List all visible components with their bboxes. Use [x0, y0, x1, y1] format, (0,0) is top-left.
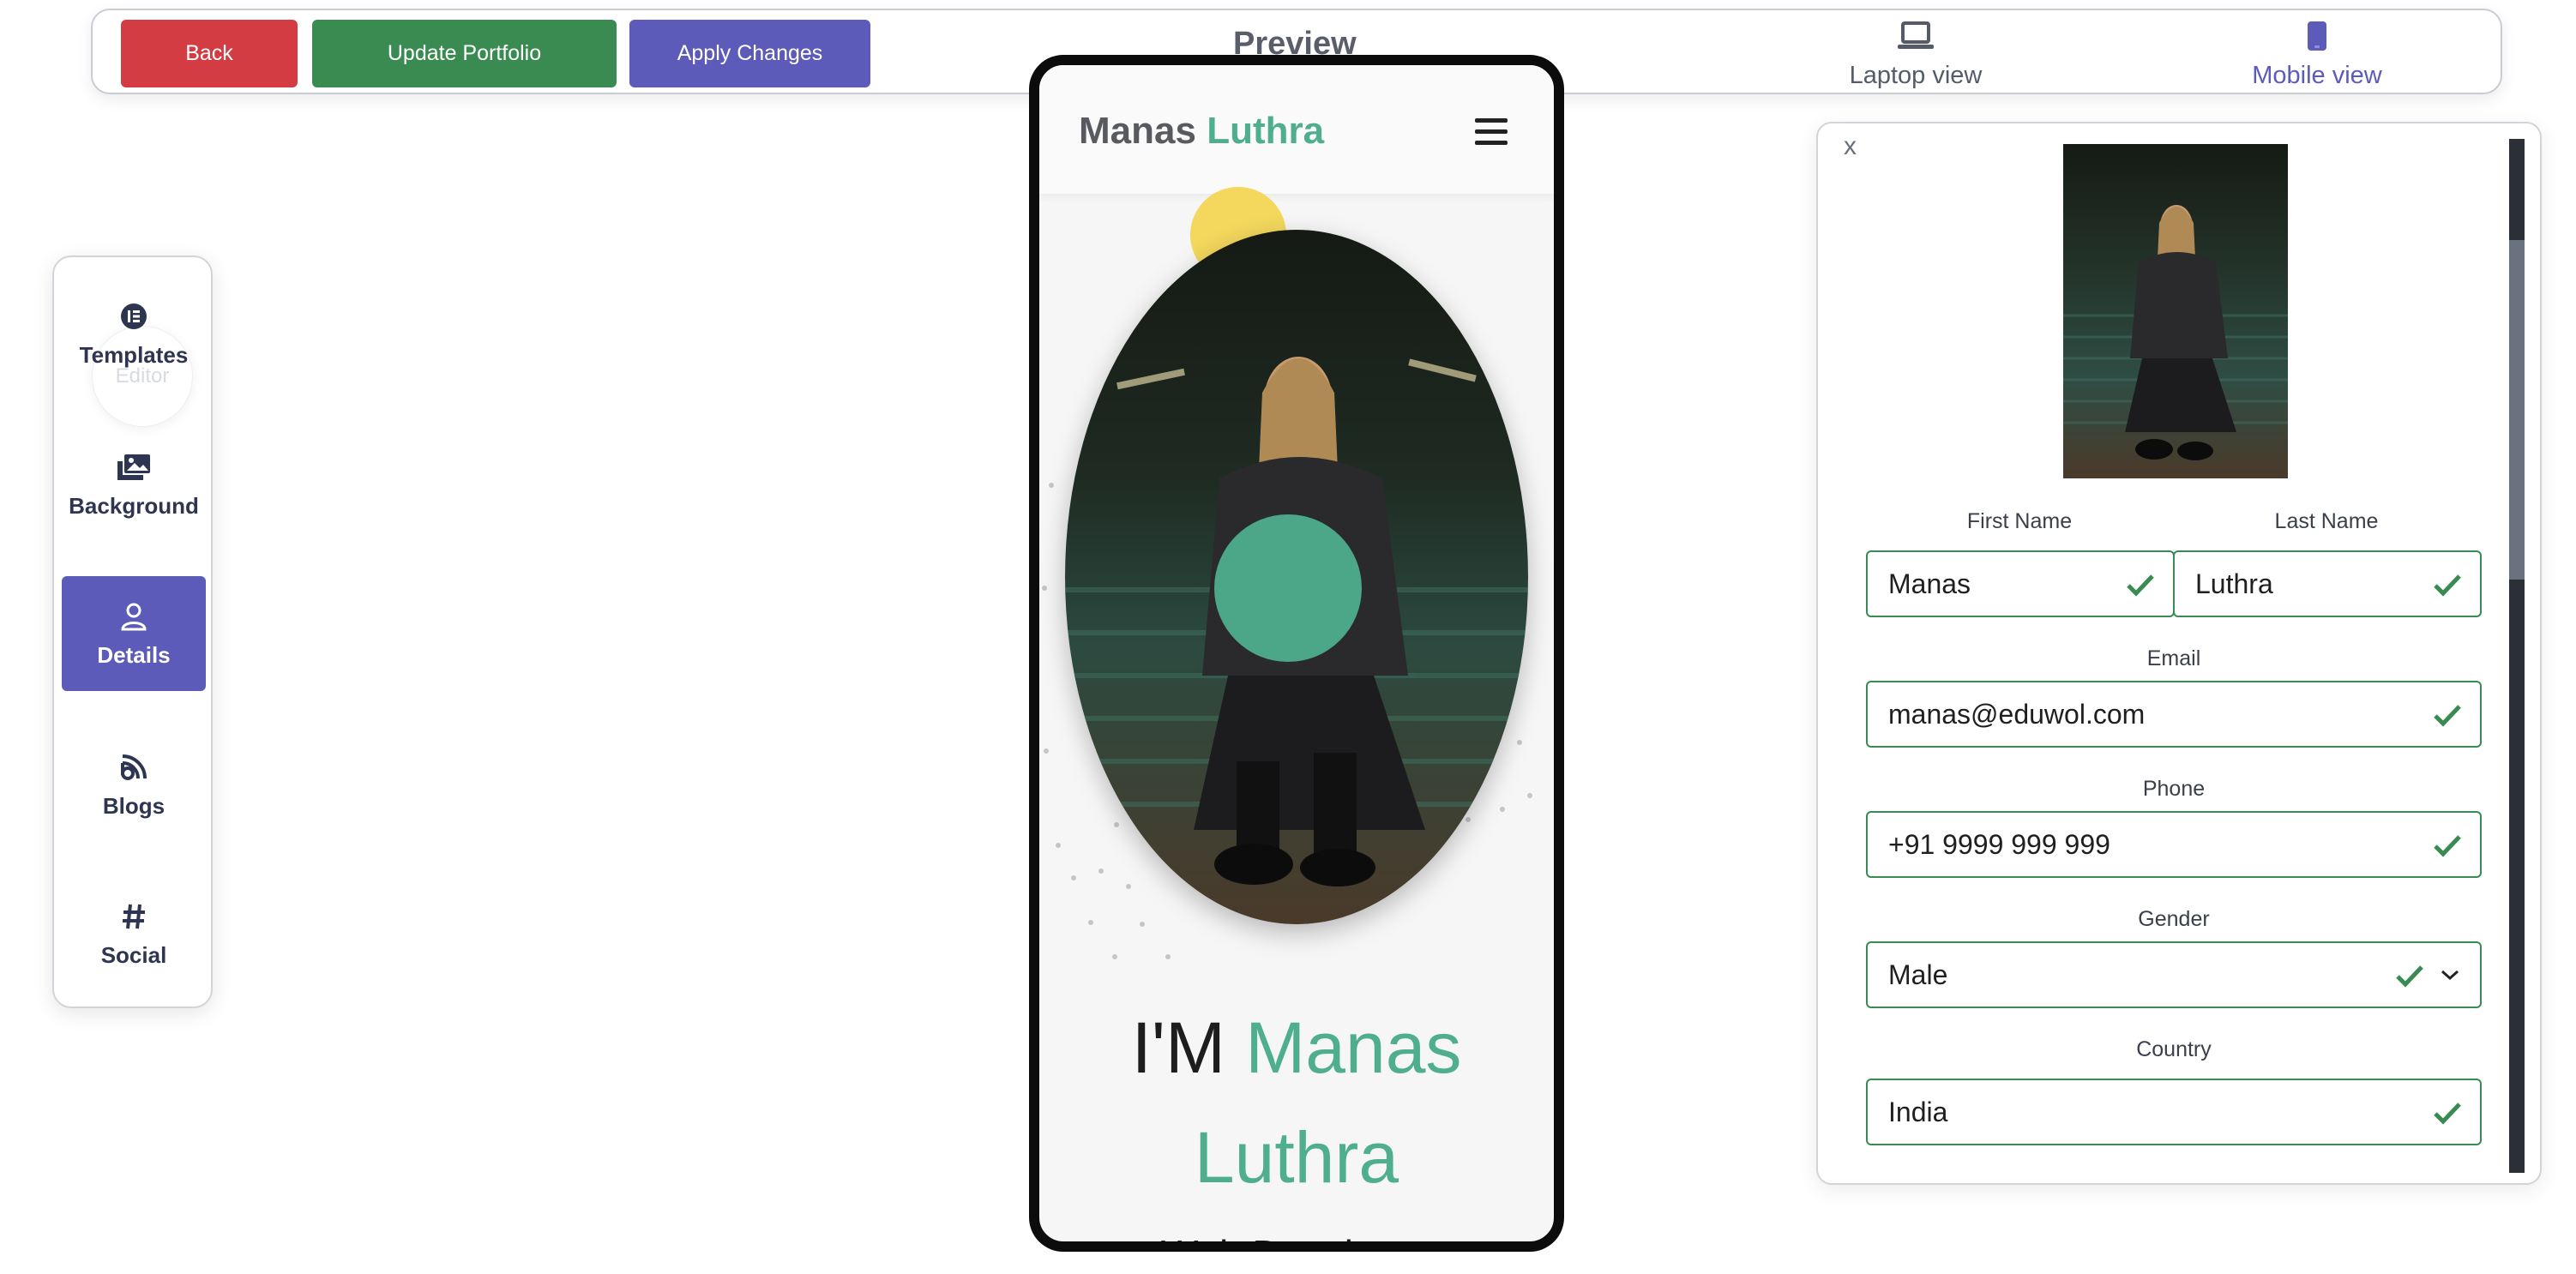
hamburger-menu-icon[interactable] — [1475, 118, 1508, 152]
phone-label: Phone — [2142, 777, 2206, 801]
country-field[interactable]: India — [1866, 1079, 2482, 1145]
chevron-down-icon — [2441, 970, 2459, 981]
last-name-value: Luthra — [2195, 568, 2273, 599]
sidebar-item-label: Blogs — [102, 792, 166, 819]
hashtag-icon — [121, 899, 147, 934]
sidebar-item-templates[interactable]: Templates — [62, 276, 206, 391]
mobile-preview-frame: Manas Luthra I'M Manas Luthra — [1029, 55, 1564, 1252]
mobile-icon — [2306, 19, 2328, 53]
check-icon — [2434, 574, 2461, 597]
gender-value: Male — [1888, 959, 1948, 990]
email-label: Email — [2146, 646, 2201, 670]
brand-first-name: Manas — [1079, 110, 1196, 152]
sidebar-item-social[interactable]: Social — [62, 876, 206, 991]
check-icon — [2434, 835, 2461, 857]
preview-navbar: Manas Luthra — [1039, 65, 1554, 194]
user-icon — [120, 599, 147, 634]
first-name-value: Manas — [1888, 568, 1971, 599]
last-name-field[interactable]: Luthra — [2173, 550, 2482, 617]
images-icon — [116, 450, 152, 484]
update-portfolio-button[interactable]: Update Portfolio — [312, 20, 617, 87]
blog-icon — [119, 750, 148, 784]
email-value: manas@eduwol.com — [1888, 698, 2146, 730]
check-icon — [2434, 1103, 2461, 1125]
country-value: India — [1888, 1096, 1948, 1127]
check-icon — [2396, 965, 2423, 988]
phone-value: +91 9999 999 999 — [1888, 828, 2110, 860]
back-button[interactable]: Back — [121, 20, 298, 87]
country-label: Country — [2136, 1037, 2212, 1061]
hero-last-name: Luthra — [1194, 1117, 1399, 1198]
apply-changes-button[interactable]: Apply Changes — [629, 20, 870, 87]
hero-heading: I'M Manas Luthra — [1039, 993, 1554, 1212]
hero-subtitle: Web Developer — [1039, 1231, 1554, 1241]
hero-prefix: I'M — [1131, 1007, 1225, 1088]
profile-photo[interactable] — [2063, 144, 2288, 478]
panel-scrollbar-thumb[interactable] — [2509, 240, 2525, 580]
sidebar-item-label: Details — [97, 641, 171, 668]
hero-first-name: Manas — [1245, 1007, 1462, 1088]
sidebar-item-background[interactable]: Background — [62, 427, 206, 542]
decorative-green-circle — [1214, 514, 1362, 662]
phone-field[interactable]: +91 9999 999 999 — [1866, 811, 2482, 878]
check-icon — [2434, 705, 2461, 727]
sidebar-item-label: Templates — [79, 341, 189, 368]
check-icon — [2127, 574, 2154, 597]
last-name-label: Last Name — [2274, 509, 2379, 533]
laptop-view-label: Laptop view — [1849, 62, 1983, 89]
mobile-view-label: Mobile view — [2252, 62, 2382, 89]
left-sidebar: Editor Templates Background Details Blog… — [52, 255, 213, 1008]
email-field[interactable]: manas@eduwol.com — [1866, 681, 2482, 748]
brand-last-name: Luthra — [1207, 110, 1325, 152]
first-name-field[interactable]: Manas — [1866, 550, 2175, 617]
first-name-label: First Name — [1966, 509, 2073, 533]
sidebar-item-details[interactable]: Details — [62, 576, 206, 691]
laptop-view-toggle[interactable]: Laptop view — [1830, 19, 2001, 90]
close-panel-button[interactable]: x — [1844, 132, 1857, 161]
preview-brand: Manas Luthra — [1079, 110, 1324, 153]
laptop-icon — [1897, 19, 1935, 53]
sidebar-item-blogs[interactable]: Blogs — [62, 727, 206, 842]
templates-icon — [120, 299, 147, 334]
mobile-view-toggle[interactable]: Mobile view — [2231, 19, 2403, 90]
gender-select[interactable]: Male — [1866, 941, 2482, 1008]
sidebar-item-label: Background — [69, 492, 199, 519]
sidebar-item-label: Social — [100, 941, 167, 968]
gender-label: Gender — [2138, 907, 2210, 931]
details-panel: x First Name Last Name Manas Luthra Emai… — [1816, 122, 2542, 1185]
